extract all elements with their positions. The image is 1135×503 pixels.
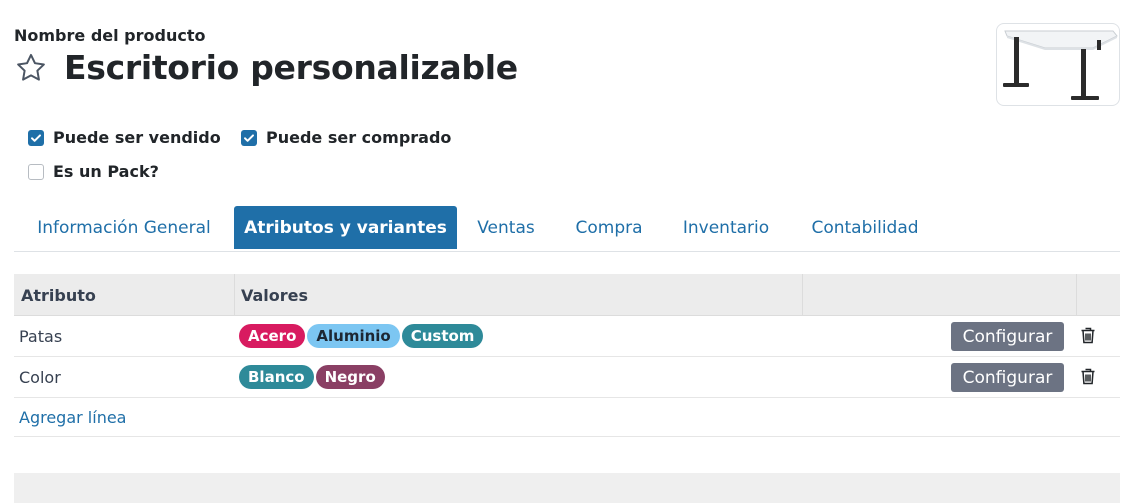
tab-accounting[interactable]: Contabilidad	[789, 206, 941, 249]
value-tags[interactable]: Blanco Negro	[239, 365, 387, 389]
tab-general-information[interactable]: Información General	[14, 206, 234, 249]
checkbox-label: Puede ser comprado	[266, 128, 452, 147]
add-line-row: Agregar línea	[14, 398, 1120, 437]
desk-image-icon	[1003, 30, 1118, 100]
value-tag[interactable]: Aluminio	[307, 324, 400, 348]
checkbox-label: Es un Pack?	[53, 162, 159, 181]
star-outline-icon[interactable]	[14, 51, 48, 85]
checkbox-checked-icon[interactable]	[28, 129, 44, 146]
value-tags[interactable]: Acero Aluminio Custom	[239, 324, 485, 348]
notebook-tabs: Información General Atributos y variante…	[14, 206, 1120, 252]
value-tag[interactable]: Acero	[239, 324, 306, 348]
tab-purchase[interactable]: Compra	[555, 206, 663, 249]
column-header-attribute[interactable]: Atributo	[21, 274, 96, 316]
table-row[interactable]: Color Blanco Negro Configurar	[14, 357, 1120, 398]
column-divider	[234, 274, 235, 316]
checkbox-is-pack[interactable]: Es un Pack?	[28, 162, 159, 181]
checkbox-label: Puede ser vendido	[53, 128, 221, 147]
attribute-name[interactable]: Color	[19, 357, 61, 397]
tab-inventory[interactable]: Inventario	[663, 206, 789, 249]
checkbox-checked-icon[interactable]	[241, 129, 257, 146]
attribute-name[interactable]: Patas	[19, 316, 62, 356]
product-title-row: Escritorio personalizable	[14, 48, 518, 87]
column-divider	[802, 274, 803, 316]
checkbox-can-be-purchased[interactable]: Puede ser comprado	[241, 128, 451, 147]
trash-icon[interactable]	[1080, 368, 1096, 385]
tab-attributes-variants[interactable]: Atributos y variantes	[234, 206, 457, 249]
checkbox-can-be-sold[interactable]: Puede ser vendido	[28, 128, 221, 147]
configure-button[interactable]: Configurar	[951, 322, 1064, 351]
product-image[interactable]	[996, 23, 1120, 106]
column-divider	[1076, 274, 1077, 316]
add-line-link[interactable]: Agregar línea	[19, 398, 126, 436]
product-name-label: Nombre del producto	[14, 26, 206, 45]
table-header: Atributo Valores	[14, 274, 1120, 316]
configure-button[interactable]: Configurar	[951, 363, 1064, 392]
value-tag[interactable]: Custom	[401, 324, 484, 348]
table-row[interactable]: Patas Acero Aluminio Custom Configurar	[14, 316, 1120, 357]
value-tag[interactable]: Blanco	[239, 365, 314, 389]
product-name[interactable]: Escritorio personalizable	[64, 48, 518, 87]
checkbox-unchecked-icon[interactable]	[28, 163, 44, 180]
attribute-table: Atributo Valores Patas Acero Aluminio Cu…	[14, 274, 1120, 437]
tab-sales[interactable]: Ventas	[457, 206, 555, 249]
trash-icon[interactable]	[1080, 327, 1096, 344]
value-tag[interactable]: Negro	[315, 365, 385, 389]
bottom-divider	[14, 473, 1120, 503]
column-header-values[interactable]: Valores	[241, 274, 308, 316]
